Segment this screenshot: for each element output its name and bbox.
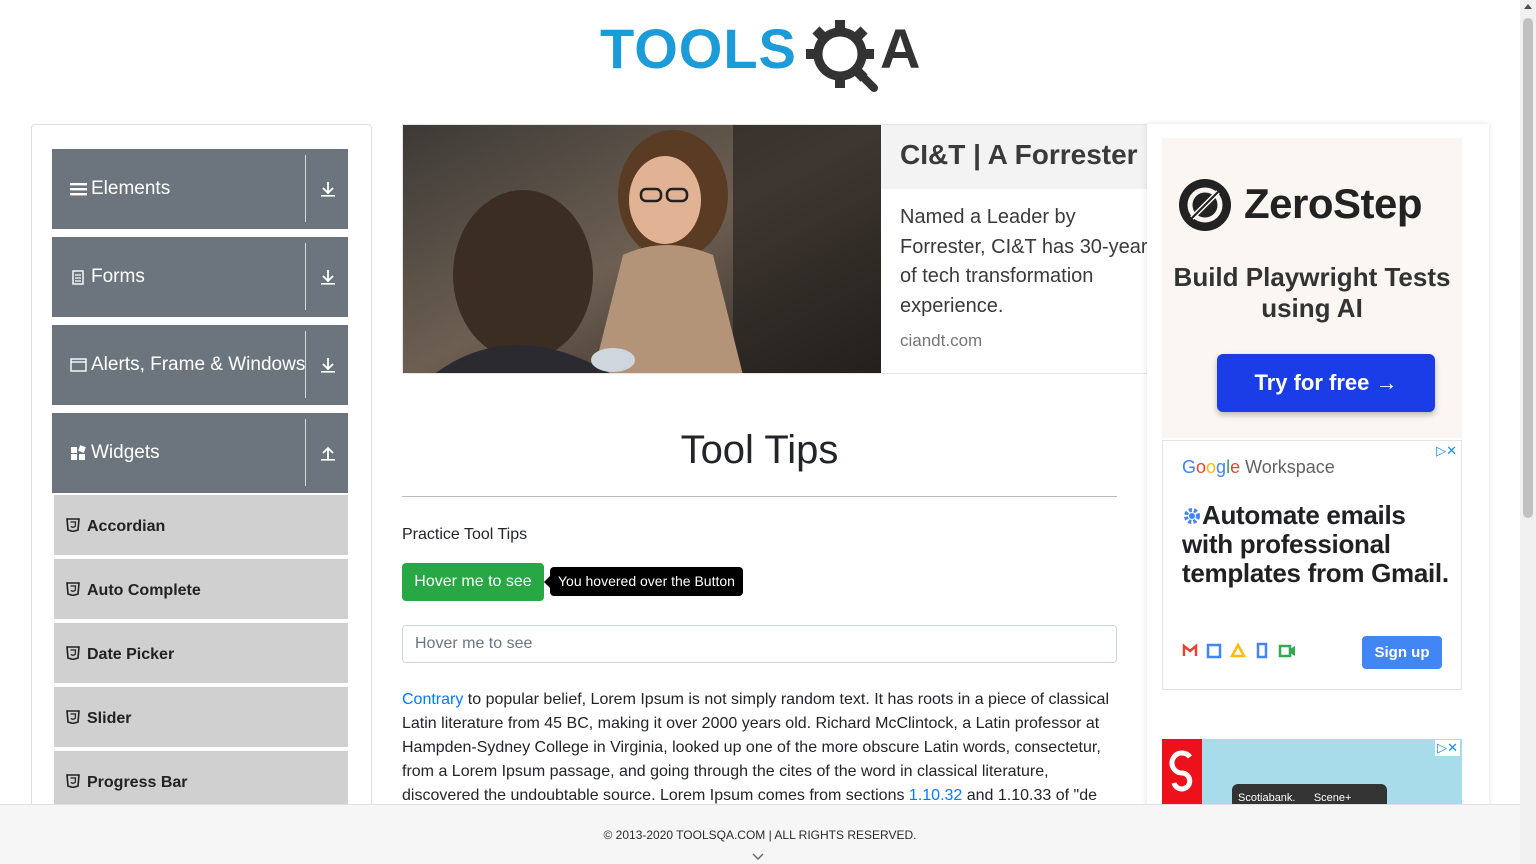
menu-item-slider[interactable]: Slider — [54, 687, 348, 749]
section-link[interactable]: 1.10.32 — [909, 787, 962, 804]
svg-text:A: A — [880, 17, 920, 80]
html5-icon — [66, 518, 80, 533]
gear-icon — [1184, 508, 1200, 524]
ad-choices-icon[interactable]: ▷✕ — [1435, 740, 1460, 756]
menu-item-label: Date Picker — [87, 646, 175, 663]
ad-zerostep[interactable]: ZeroStep Build Playwright Tests using AI… — [1162, 138, 1462, 438]
ad-photo — [403, 125, 881, 373]
left-sidebar: Elements Forms Alerts, Frame & Windows W… — [31, 124, 372, 864]
contrary-link[interactable]: Contrary — [402, 691, 463, 708]
right-ad-column: ZeroStep Build Playwright Tests using AI… — [1147, 124, 1489, 864]
google-app-icons — [1182, 641, 1312, 661]
page-scrollbar[interactable] — [1520, 0, 1536, 864]
group-header-elements[interactable]: Elements — [52, 149, 348, 229]
menu-item-label: Slider — [87, 710, 132, 727]
download-arrow-icon[interactable] — [318, 179, 338, 199]
copyright-text: © 2013-2020 TOOLSQA.COM | ALL RIGHTS RES… — [603, 828, 917, 842]
menu-item-label: Progress Bar — [87, 774, 188, 791]
grid-icon — [70, 445, 86, 461]
html5-icon — [66, 710, 80, 725]
divider — [305, 419, 306, 486]
gear-magnifier-icon — [806, 20, 878, 92]
html5-icon — [66, 774, 80, 789]
ad-google-workspace[interactable]: ▷✕ Google Workspace Automate emails with… — [1162, 440, 1462, 690]
divider — [305, 155, 306, 222]
page-title: Tool Tips — [680, 428, 839, 472]
try-for-free-button[interactable]: Try for free → — [1217, 354, 1435, 412]
download-arrow-icon[interactable] — [318, 267, 338, 287]
title-divider — [402, 496, 1117, 497]
group-label: Alerts, Frame & Windows — [91, 354, 306, 375]
chevron-down-icon[interactable] — [751, 849, 765, 860]
divider — [305, 331, 306, 398]
menu-item-auto-complete[interactable]: Auto Complete — [54, 559, 348, 621]
zerostep-name: ZeroStep — [1244, 180, 1423, 227]
practice-label: Practice Tool Tips — [402, 526, 528, 543]
menu-item-accordian[interactable]: Accordian — [54, 495, 348, 557]
ad-body: Named a Leader by Forrester, CI&T has 30… — [900, 206, 1148, 317]
footer: © 2013-2020 TOOLSQA.COM | ALL RIGHTS RES… — [0, 804, 1520, 864]
html5-icon — [66, 646, 80, 661]
toolsqa-logo-graphic: TOOLS A — [600, 17, 920, 92]
menu-item-label: Auto Complete — [87, 582, 201, 599]
group-header-alerts[interactable]: Alerts, Frame & Windows — [52, 325, 348, 405]
group-label: Elements — [91, 178, 171, 199]
scrollbar-thumb[interactable] — [1523, 18, 1533, 518]
lorem-text-2: and 1.10.33 of "de — [962, 787, 1097, 804]
group-label: Widgets — [91, 442, 160, 463]
html5-icon — [66, 582, 80, 597]
zerostep-logo-icon — [1178, 178, 1232, 232]
lorem-paragraph: Contrary to popular belief, Lorem Ipsum … — [402, 688, 1117, 808]
ad-domain[interactable]: ciandt.com — [900, 331, 982, 351]
google-headline: Automate emails with professional templa… — [1182, 500, 1449, 588]
group-label: Forms — [91, 266, 145, 287]
group-header-widgets[interactable]: Widgets — [52, 413, 348, 493]
upload-arrow-icon[interactable] — [318, 443, 338, 463]
page: TOOLS A Elements Forms Alerts, Frame & W… — [0, 0, 1536, 864]
document-icon — [70, 269, 86, 285]
menu-item-date-picker[interactable]: Date Picker — [54, 623, 348, 685]
ad-choices-icon[interactable]: ▷✕ — [1436, 443, 1457, 459]
window-icon — [70, 357, 87, 373]
menu-item-label: Accordian — [87, 518, 166, 535]
toolsqa-logo[interactable]: TOOLS A — [600, 14, 930, 94]
group-header-forms[interactable]: Forms — [52, 237, 348, 317]
ad-headline[interactable]: CI&T | A Forrester — [900, 139, 1138, 171]
scroll-up-arrow-icon[interactable] — [1524, 4, 1532, 9]
hover-me-input[interactable] — [402, 625, 1117, 663]
svg-text:TOOLS: TOOLS — [600, 17, 797, 80]
hamburger-icon — [70, 181, 87, 197]
button-tooltip: You hovered over the Button — [550, 567, 743, 596]
divider — [305, 243, 306, 310]
hover-me-button[interactable]: Hover me to see — [402, 563, 544, 601]
google-workspace-brand: Google Workspace — [1182, 457, 1335, 477]
sign-up-button[interactable]: Sign up — [1362, 636, 1442, 669]
ad-banner-ciandt[interactable]: CI&T | A Forrester Named a Leader by For… — [402, 124, 1152, 374]
download-arrow-icon[interactable] — [318, 355, 338, 375]
zerostep-tagline: Build Playwright Tests using AI — [1173, 262, 1451, 323]
